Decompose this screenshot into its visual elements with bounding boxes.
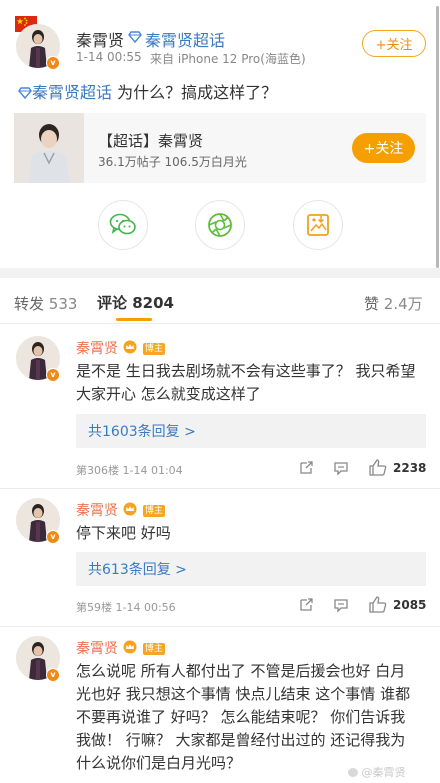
repost-icon[interactable] bbox=[298, 460, 314, 476]
tab-comment[interactable]: 评论 8204 bbox=[97, 292, 174, 313]
tab-like-label: 赞 bbox=[364, 295, 380, 313]
tab-like[interactable]: 赞 2.4万 bbox=[364, 293, 423, 314]
supertopic-thumbnail bbox=[14, 113, 84, 183]
comment-author[interactable]: 秦霄贤 bbox=[76, 641, 118, 657]
share-moments-button[interactable] bbox=[195, 200, 245, 250]
post-body-text: 为什么？搞成这样了？ bbox=[112, 83, 278, 102]
tab-like-count: 2.4万 bbox=[383, 295, 423, 313]
moments-icon bbox=[208, 213, 232, 237]
post-body-topic-link[interactable]: 秦霄贤超话 bbox=[32, 83, 112, 102]
author-badge: 博主 bbox=[142, 643, 165, 655]
verified-badge-icon: v bbox=[46, 368, 60, 382]
comment-item: v 秦霄贤 博主 停下来吧 好吗 共613条回复 > 第59楼 1-14 00:… bbox=[0, 488, 440, 624]
post-time: 1-14 00:55 bbox=[76, 50, 142, 64]
supertopic-diamond-icon bbox=[128, 31, 142, 43]
comment-item: v 秦霄贤 博主 是不是 生日我去剧场就不会有这些事了？ 我只希望大家开心 怎么… bbox=[0, 324, 440, 484]
comment-replies-link[interactable]: 共1603条回复 > bbox=[76, 414, 426, 448]
author-badge: 博主 bbox=[142, 343, 165, 355]
tab-repost-label: 转发 bbox=[14, 295, 45, 313]
follow-button-label: +关注 bbox=[375, 38, 413, 53]
watermark: @秦霄贤 bbox=[348, 764, 406, 780]
repost-icon[interactable] bbox=[298, 597, 314, 613]
weibo-logo-icon bbox=[348, 768, 358, 777]
comment-list: v 秦霄贤 博主 是不是 生日我去剧场就不会有这些事了？ 我只希望大家开心 怎么… bbox=[0, 324, 440, 783]
vip-crown-icon bbox=[123, 640, 137, 654]
post-source: 来自 iPhone 12 Pro(海蓝色) bbox=[150, 52, 306, 66]
like-icon[interactable] bbox=[369, 596, 387, 613]
verified-badge-icon: v bbox=[46, 530, 60, 544]
tab-comment-count: 8204 bbox=[132, 294, 174, 312]
comment-like-count: 2085 bbox=[393, 598, 427, 612]
watermark-text: @秦霄贤 bbox=[361, 766, 406, 779]
comment-author[interactable]: 秦霄贤 bbox=[76, 341, 118, 357]
tab-repost[interactable]: 转发 533 bbox=[14, 293, 77, 314]
author-badge: 博主 bbox=[142, 505, 165, 517]
verified-badge-icon: v bbox=[46, 56, 60, 70]
tab-repost-count: 533 bbox=[48, 295, 78, 313]
wechat-icon bbox=[109, 213, 136, 235]
comment-floor-time: 第306楼 1-14 01:04 bbox=[76, 464, 183, 477]
tab-bar: 转发 533 评论 8204 赞 2.4万 bbox=[0, 278, 440, 324]
like-icon[interactable] bbox=[369, 459, 387, 476]
vip-crown-icon bbox=[123, 502, 137, 516]
comment-author[interactable]: 秦霄贤 bbox=[76, 503, 118, 519]
share-save-image-button[interactable] bbox=[293, 200, 343, 250]
supertopic-stats: 36.1万帖子 106.5万白月光 bbox=[98, 155, 247, 169]
comment-icon[interactable] bbox=[333, 460, 349, 476]
verified-badge-icon: v bbox=[46, 668, 60, 682]
supertopic-diamond-icon bbox=[18, 87, 32, 100]
comment-replies-link[interactable]: 共613条回复 > bbox=[76, 552, 426, 586]
comment-replies-label: 共1603条回复 > bbox=[88, 424, 196, 440]
comment-text: 是不是 生日我去剧场就不会有这些事了？ 我只希望大家开心 怎么就变成这样了 bbox=[76, 362, 416, 403]
vip-crown-icon bbox=[123, 340, 137, 354]
share-wechat-button[interactable] bbox=[98, 200, 148, 250]
supertopic-link[interactable]: 秦霄贤超话 bbox=[145, 27, 225, 51]
comment-text: 怎么说呢 所有人都付出了 不管是后援会也好 白月光也好 我只想这个事情 快点儿结… bbox=[76, 662, 411, 772]
comment-icon[interactable] bbox=[333, 597, 349, 613]
supertopic-follow-label: +关注 bbox=[363, 141, 404, 157]
supertopic-follow-button[interactable]: +关注 bbox=[352, 133, 415, 163]
comment-text: 停下来吧 好吗 bbox=[76, 524, 171, 542]
save-image-icon bbox=[307, 214, 329, 236]
comment-author-line: 秦霄贤 博主 bbox=[76, 500, 165, 520]
follow-button[interactable]: +关注 bbox=[362, 30, 426, 57]
supertopic-card[interactable]: 【超话】秦霄贤 36.1万帖子 106.5万白月光 +关注 bbox=[14, 113, 426, 183]
author-name[interactable]: 秦霄贤 bbox=[76, 27, 124, 51]
supertopic-title: 【超话】秦霄贤 bbox=[98, 132, 204, 150]
comment-replies-label: 共613条回复 > bbox=[88, 562, 187, 578]
tab-comment-label: 评论 bbox=[97, 294, 128, 312]
comment-author-line: 秦霄贤 博主 bbox=[76, 638, 165, 658]
post-body: 秦霄贤超话 为什么？搞成这样了？ bbox=[18, 79, 277, 103]
post-card: v 秦霄贤 秦霄贤超话 1-14 00:55 来自 iPhone 12 Pro(… bbox=[0, 0, 440, 268]
comment-floor-time: 第59楼 1-14 00:56 bbox=[76, 601, 176, 614]
tab-active-indicator bbox=[116, 318, 152, 321]
scrollbar[interactable] bbox=[436, 6, 439, 268]
comment-item: v 秦霄贤 博主 怎么说呢 所有人都付出了 不管是后援会也好 白月光也好 我只想… bbox=[0, 626, 440, 783]
comment-author-line: 秦霄贤 博主 bbox=[76, 338, 165, 358]
comment-like-count: 2238 bbox=[393, 461, 427, 475]
